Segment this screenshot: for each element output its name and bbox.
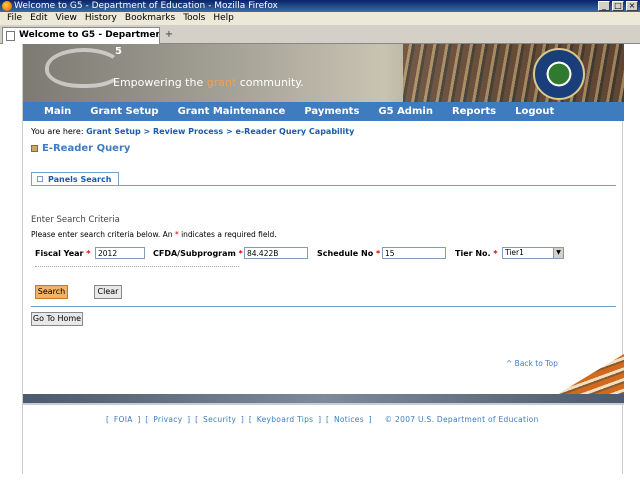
breadcrumb-grant-setup[interactable]: Grant Setup (86, 127, 141, 136)
header-banner: 5 Empowering the grant community. (23, 44, 624, 102)
search-button[interactable]: Search (35, 285, 68, 299)
form-dotted-divider (35, 266, 239, 267)
nav-logout[interactable]: Logout (515, 102, 554, 121)
nav-grant-setup[interactable]: Grant Setup (90, 102, 158, 121)
new-tab-button[interactable]: + (162, 29, 176, 42)
menu-bookmarks[interactable]: Bookmarks (121, 12, 179, 25)
browser-tab-strip: Welcome to G5 - Department of Edu... + (0, 25, 640, 44)
footer-notices-link[interactable]: Notices (334, 415, 364, 424)
menu-tools[interactable]: Tools (179, 12, 209, 25)
instructions-text: Please enter search criteria below. An *… (31, 230, 277, 239)
footer-security-link[interactable]: Security (203, 415, 236, 424)
g5-logo-mark (45, 48, 123, 88)
clear-button[interactable]: Clear (94, 285, 122, 299)
browser-tab-title: Welcome to G5 - Department of Edu... (19, 30, 159, 40)
breadcrumb: You are here: Grant Setup > Review Proce… (31, 127, 355, 136)
footer-links: [ FOIA ] [ Privacy ] [ Security ] [ Keyb… (106, 415, 539, 424)
footer-bar (23, 394, 624, 403)
fiscal-year-input[interactable] (95, 247, 145, 259)
menu-edit[interactable]: Edit (26, 12, 51, 25)
main-nav: Main Grant Setup Grant Maintenance Payme… (23, 102, 624, 121)
footer-decoration-image (558, 354, 624, 394)
breadcrumb-e-reader-query[interactable]: e-Reader Query Capability (235, 127, 354, 136)
fiscal-year-label: Fiscal Year * (35, 249, 91, 258)
chevron-down-icon[interactable]: ▼ (553, 248, 563, 258)
firefox-icon (2, 1, 12, 11)
close-icon[interactable]: × (626, 1, 638, 11)
back-to-top-link[interactable]: ^ Back to Top (506, 359, 558, 368)
footer-foia-link[interactable]: FOIA (114, 415, 133, 424)
breadcrumb-review-process[interactable]: Review Process (153, 127, 223, 136)
schedule-no-input[interactable] (382, 247, 446, 259)
menu-history[interactable]: History (81, 12, 121, 25)
cfda-label: CFDA/Subprogram * (153, 249, 243, 258)
menu-help[interactable]: Help (209, 12, 238, 25)
page-title: E-Reader Query (31, 143, 130, 154)
window-title-bar: Welcome to G5 - Department of Education … (0, 0, 640, 12)
tier-no-label: Tier No. * (455, 249, 498, 258)
nav-reports[interactable]: Reports (452, 102, 496, 121)
menu-view[interactable]: View (52, 12, 81, 25)
nav-main[interactable]: Main (44, 102, 71, 121)
schedule-no-label: Schedule No * (317, 249, 381, 258)
page-icon (6, 31, 15, 41)
nav-g5-admin[interactable]: G5 Admin (378, 102, 433, 121)
footer-privacy-link[interactable]: Privacy (153, 415, 182, 424)
tab-marker-icon (37, 176, 43, 182)
page-viewport: 5 Empowering the grant community. Main G… (0, 44, 640, 480)
g5-logo-number: 5 (115, 46, 122, 57)
footer-keyboard-tips-link[interactable]: Keyboard Tips (257, 415, 314, 424)
window-controls: _ □ × (598, 1, 638, 11)
browser-tab[interactable]: Welcome to G5 - Department of Edu... (2, 27, 160, 44)
maximize-icon[interactable]: □ (612, 1, 624, 11)
minimize-icon[interactable]: _ (598, 1, 610, 11)
panel-divider (31, 185, 616, 186)
title-bullet-icon (31, 144, 38, 152)
nav-payments[interactable]: Payments (304, 102, 359, 121)
go-to-home-button[interactable]: Go To Home (31, 312, 83, 326)
department-seal-icon (533, 48, 585, 100)
tab-panels-search[interactable]: Panels Search (31, 172, 119, 186)
menu-file[interactable]: File (3, 12, 26, 25)
section-divider (31, 306, 616, 307)
footer-line (23, 403, 624, 405)
section-heading: Enter Search Criteria (31, 215, 120, 225)
banner-photo (403, 44, 624, 102)
banner-tagline: Empowering the grant community. (113, 76, 304, 89)
footer-copyright: © 2007 U.S. Department of Education (384, 415, 539, 424)
nav-grant-maintenance[interactable]: Grant Maintenance (178, 102, 286, 121)
menu-bar: File Edit View History Bookmarks Tools H… (0, 12, 640, 25)
window-title: Welcome to G5 - Department of Education … (14, 1, 278, 11)
cfda-input[interactable] (244, 247, 308, 259)
tier-no-select[interactable]: Tier1 ▼ (502, 247, 564, 259)
g5-page: 5 Empowering the grant community. Main G… (22, 44, 624, 474)
